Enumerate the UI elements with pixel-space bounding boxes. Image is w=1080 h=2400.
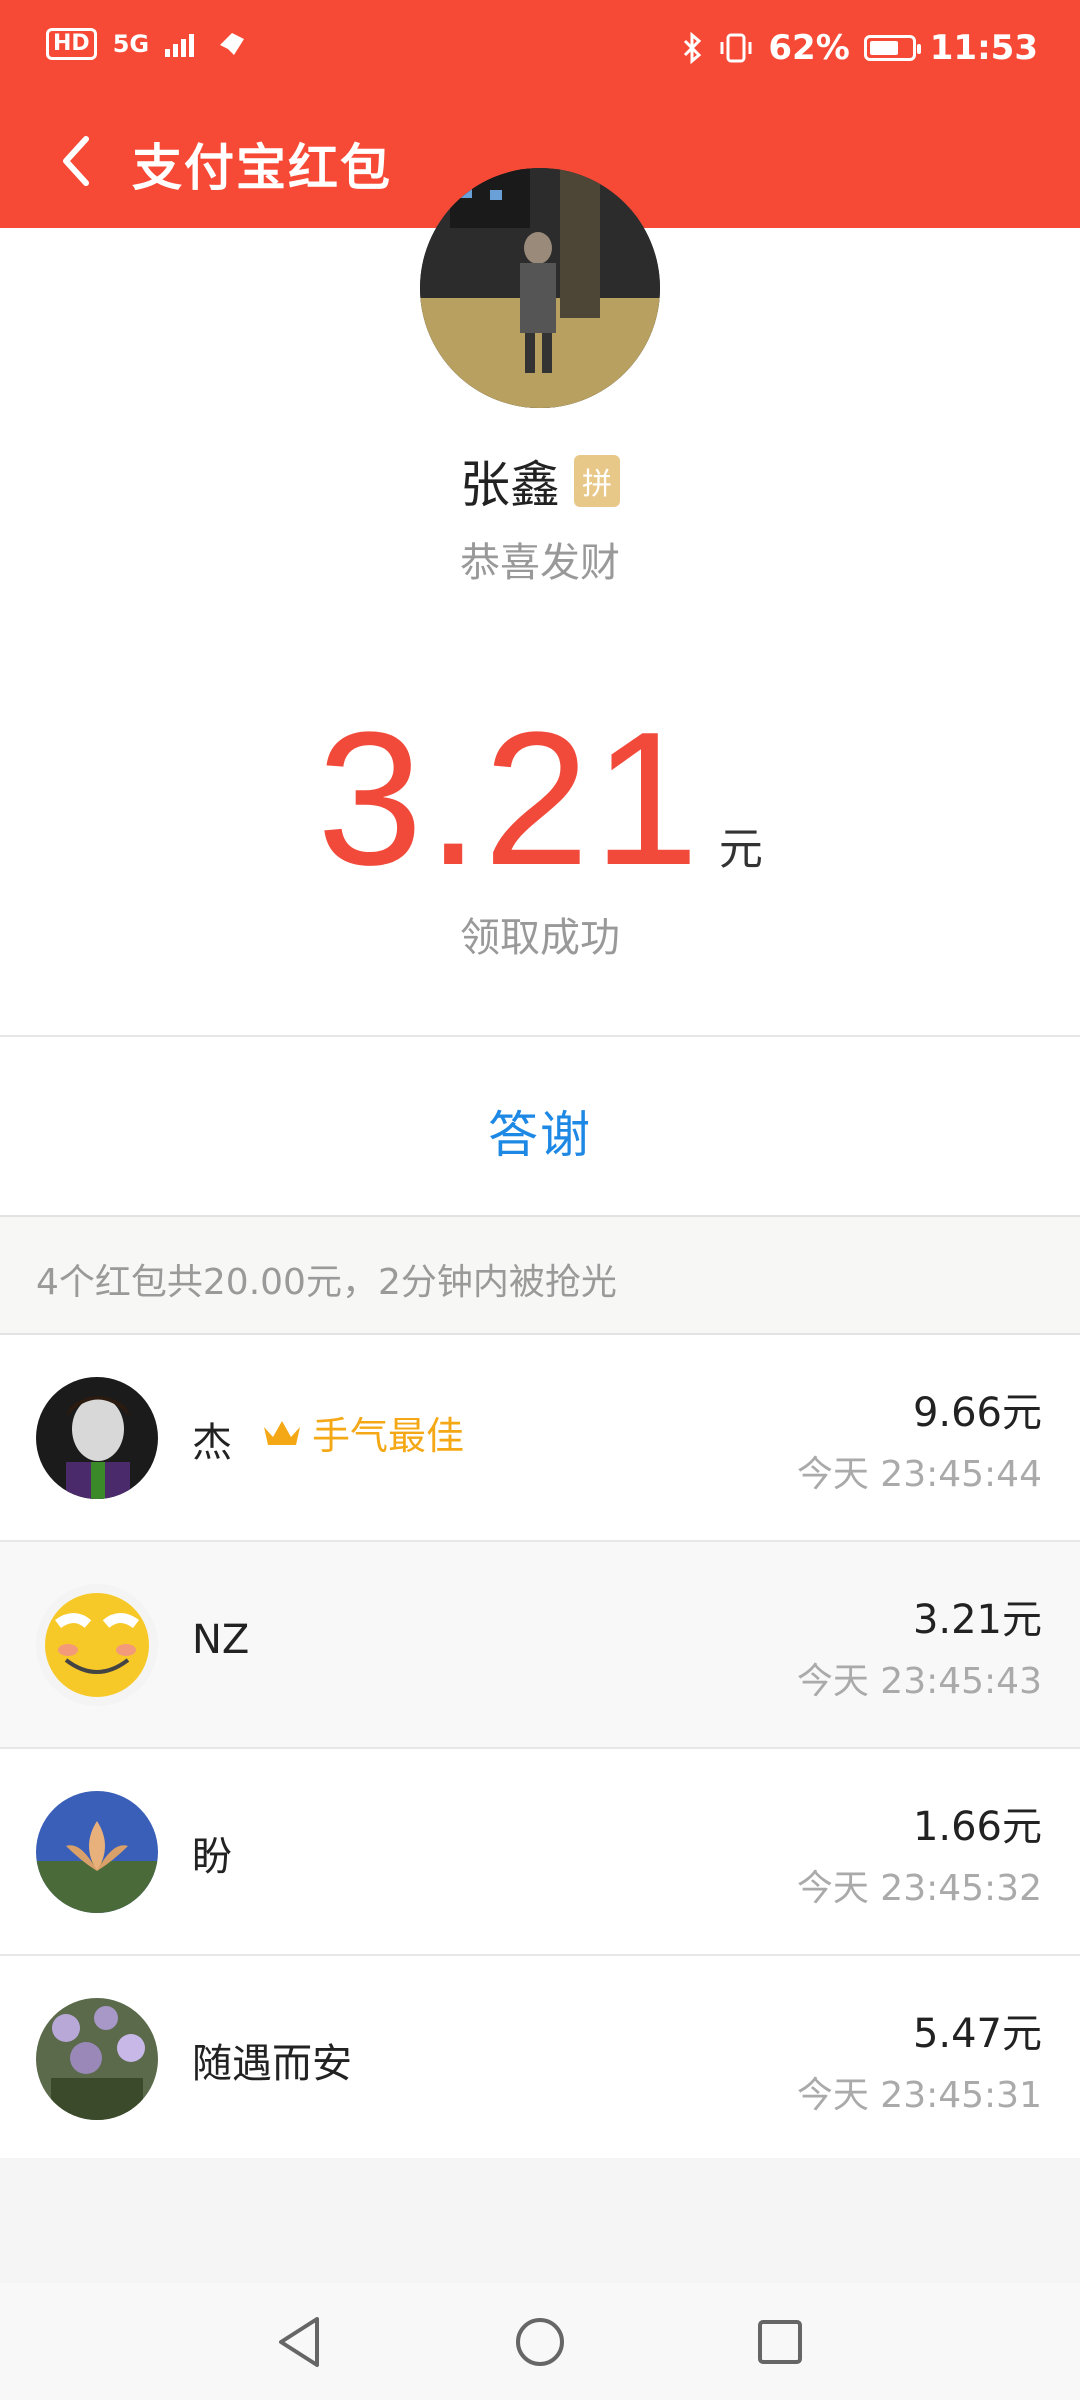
bluetooth-icon — [684, 32, 702, 64]
crown-icon — [264, 1420, 300, 1445]
receiver-amount: 3.21元 — [912, 1597, 1042, 1643]
received-status: 领取成功 — [460, 915, 620, 961]
receiver-list: 杰 手气最佳 9.66元 今天 23:45:44 NZ 3.21元 今天 23:… — [0, 1335, 1080, 2163]
back-triangle-icon[interactable] — [260, 2302, 340, 2382]
sender-name-row: 张鑫 拼 — [0, 445, 1080, 517]
home-circle-icon[interactable] — [500, 2302, 580, 2382]
amount-unit: 元 — [718, 824, 763, 875]
receiver-name: 杰 — [192, 1420, 232, 1466]
summary-text: 4个红包共20.00元，2分钟内被抢光 — [36, 1262, 617, 1303]
receiver-amount: 1.66元 — [912, 1804, 1042, 1850]
receiver-amount: 5.47元 — [912, 2011, 1042, 2057]
system-nav-bar — [0, 2283, 1080, 2400]
receiver-time: 今天 23:45:32 — [796, 1868, 1042, 1909]
receiver-amount: 9.66元 — [912, 1390, 1042, 1436]
app-notification-icon — [220, 33, 245, 55]
avatar — [36, 1584, 158, 1706]
receiver-time: 今天 23:45:43 — [796, 1661, 1042, 1702]
amount-value: 3.21 — [317, 693, 703, 905]
receiver-name: NZ — [192, 1617, 250, 1663]
signal-bars-icon — [165, 34, 195, 57]
summary-band: 4个红包共20.00元，2分钟内被抢光 — [0, 1215, 1080, 1335]
best-luck-label: 手气最佳 — [312, 1414, 465, 1458]
battery-percent: 62% — [768, 28, 850, 68]
group-badge: 拼 — [574, 455, 620, 507]
clock: 11:53 — [929, 28, 1038, 68]
vibrate-icon — [720, 33, 752, 63]
recents-square-icon[interactable] — [740, 2302, 820, 2382]
battery-icon — [863, 35, 921, 61]
network-5g-label: 5G — [112, 30, 150, 58]
list-item[interactable]: 杰 手气最佳 9.66元 今天 23:45:44 — [0, 1335, 1080, 1542]
divider — [0, 1035, 1080, 1037]
sender-avatar — [420, 168, 660, 408]
avatar — [36, 1377, 158, 1499]
hd-badge: HD — [46, 28, 97, 60]
chevron-left-icon[interactable] — [50, 126, 100, 196]
sender-name: 张鑫 — [460, 456, 560, 514]
receiver-name: 盼 — [192, 1834, 232, 1880]
page-title: 支付宝红包 — [132, 139, 392, 197]
status-bar: HD 5G 62% 11:53 — [0, 0, 1080, 100]
best-luck-badge: 手气最佳 — [262, 1405, 464, 1460]
avatar — [36, 1998, 158, 2120]
avatar — [36, 1791, 158, 1913]
thanks-button[interactable]: 答谢 — [0, 1095, 1080, 1167]
receiver-time: 今天 23:45:44 — [796, 1454, 1042, 1495]
list-item[interactable]: 盼 1.66元 今天 23:45:32 — [0, 1749, 1080, 1956]
receiver-name: 随遇而安 — [192, 2041, 352, 2087]
receiver-time: 今天 23:45:31 — [796, 2075, 1042, 2116]
greeting-text: 恭喜发财 — [460, 540, 620, 586]
list-item[interactable]: 随遇而安 5.47元 今天 23:45:31 — [0, 1956, 1080, 2163]
bottom-spacer — [0, 2158, 1080, 2283]
amount-display: 3.21 元 — [0, 690, 1080, 908]
list-item[interactable]: NZ 3.21元 今天 23:45:43 — [0, 1542, 1080, 1749]
